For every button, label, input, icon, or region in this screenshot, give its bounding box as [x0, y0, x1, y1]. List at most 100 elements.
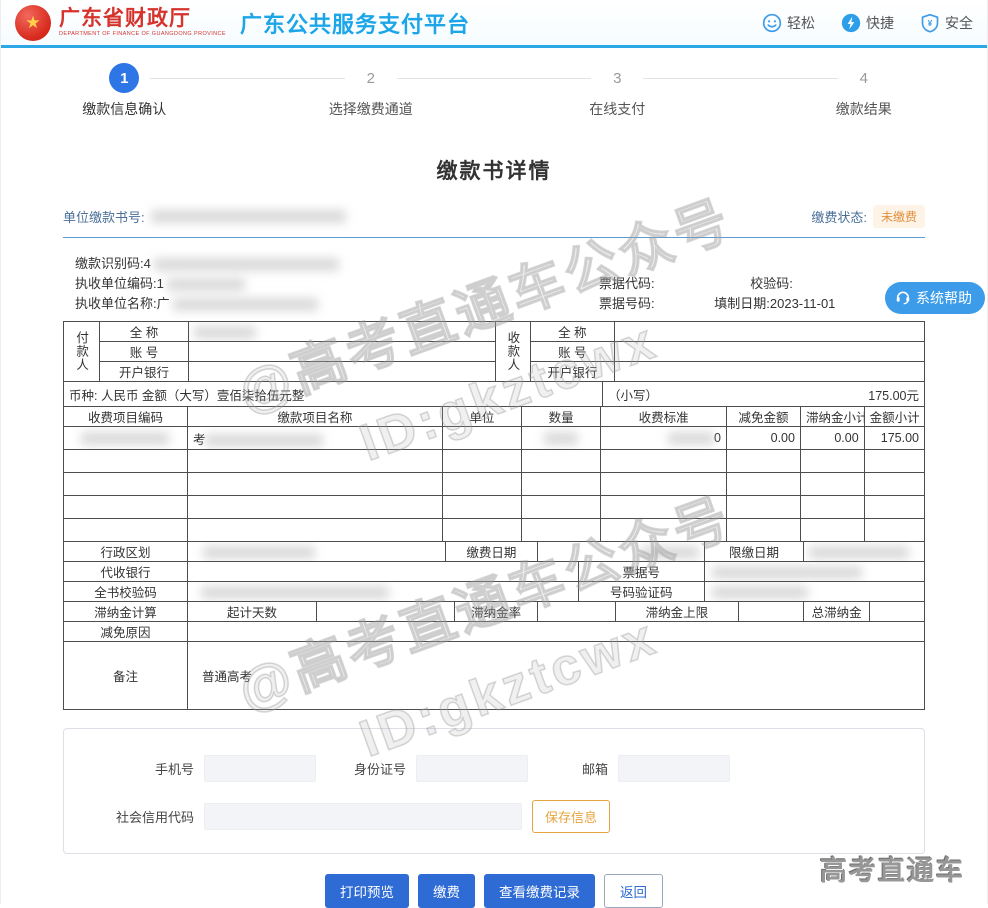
col-fee-standard: 收费标准	[601, 407, 727, 427]
svg-text:¥: ¥	[928, 17, 933, 27]
payment-id-prefix: 4	[144, 256, 151, 271]
start-days-label: 起计天数	[187, 602, 316, 622]
payee-cell: 收款人	[496, 322, 530, 382]
id-number-label: 身份证号	[316, 759, 406, 778]
step-3-online-pay: 3 在线支付	[494, 64, 741, 119]
col-late-fee-subtotal: 滞纳金小计	[800, 407, 864, 427]
payer-account-label: 账 号	[100, 342, 189, 362]
empty-item-row	[64, 473, 925, 496]
payment-id-row: 缴款识别码:4	[75, 254, 925, 274]
phone-input[interactable]	[204, 755, 316, 782]
top-header: ★ 广东省财政厅 DEPARTMENT OF FINANCE OF GUANGD…	[1, 0, 987, 48]
payer-bank-label: 开户银行	[100, 362, 189, 382]
late-total-value	[869, 602, 924, 622]
pay-button[interactable]: 缴费	[418, 874, 475, 908]
payer-bank-value	[188, 362, 495, 382]
item-derate-cell: 0.00	[726, 427, 800, 450]
late-rate-value	[538, 602, 615, 622]
step-4-label: 缴款结果	[836, 99, 892, 119]
item-standard-cell: 0	[601, 427, 727, 450]
step-1-label: 缴款信息确认	[82, 99, 166, 119]
back-button[interactable]: 返回	[604, 874, 663, 908]
contact-form-panel: 手机号 身份证号 邮箱 社会信用代码 保存信息	[63, 728, 925, 854]
system-help-label: 系统帮助	[916, 288, 972, 308]
region-label: 行政区划	[64, 542, 188, 562]
start-days-value	[317, 602, 455, 622]
check-code-table: 全书校验码 号码验证码	[63, 581, 925, 602]
id-number-input[interactable]	[416, 755, 528, 782]
bank-billno-table: 代收银行 票据号	[63, 561, 925, 582]
page: ★ 广东省财政厅 DEPARTMENT OF FINANCE OF GUANGD…	[0, 0, 988, 904]
email-input[interactable]	[618, 755, 730, 782]
payer-cell: 付款人	[64, 322, 100, 382]
item-name-prefix: 考	[193, 433, 206, 447]
bill-code-label: 票据代码:	[599, 276, 655, 291]
col-amount-subtotal: 金额小计	[864, 407, 924, 427]
step-3-number: 3	[603, 64, 631, 92]
feature-fast-label: 快捷	[866, 13, 894, 33]
bill-code-row: 票据代码: 校验码:	[599, 274, 835, 294]
remark-value: 普通高考	[187, 642, 924, 710]
fee-item-row: 考 0 0.00 0.00 175.00	[64, 427, 925, 450]
system-help-button[interactable]: 系统帮助	[885, 282, 985, 314]
payee-account-value	[615, 342, 925, 362]
step-1-confirm-info: 1 缴款信息确认	[1, 64, 248, 119]
step-2-choose-channel: 2 选择缴费通道	[248, 64, 495, 119]
fee-items-header-row: 收费项目编码 缴款项目名称 单位 数量 收费标准 减免金额 滞纳金小计 金额小计	[64, 407, 925, 427]
feature-safe: ¥ 安全	[920, 13, 973, 33]
feature-fast: 快捷	[841, 13, 894, 33]
department-name: 广东省财政厅	[59, 8, 226, 29]
doc-check-value	[187, 582, 578, 602]
late-rate-label: 滞纳金率	[454, 602, 538, 622]
divider-line	[63, 237, 925, 238]
status-badge: 未缴费	[873, 205, 925, 228]
step-4-number: 4	[850, 64, 878, 92]
credit-code-input[interactable]	[204, 803, 522, 830]
deadline-value	[803, 542, 924, 562]
deadline-label: 限缴日期	[705, 542, 803, 562]
billno-redacted	[712, 566, 862, 579]
item-code-cell	[64, 427, 188, 450]
doc-check-redacted	[201, 586, 389, 599]
pay-date-redacted	[641, 546, 699, 559]
print-preview-button[interactable]: 打印预览	[325, 874, 409, 908]
item-standard-redacted	[668, 432, 714, 445]
payee-bank-value	[615, 362, 925, 382]
payee-bank-label: 开户银行	[530, 362, 614, 382]
doc-number-row: 单位缴款书号: 缴费状态: 未缴费	[63, 205, 925, 228]
currency-table: 币种: 人民币 金额（大写）壹佰柒拾伍元整 （小写） 175.00元	[63, 381, 925, 407]
late-cap-label: 滞纳金上限	[615, 602, 738, 622]
save-info-button[interactable]: 保存信息	[532, 800, 610, 833]
item-standard-suffix: 0	[714, 431, 721, 445]
derate-reason-value	[187, 622, 924, 642]
step-4-result: 4 缴款结果	[741, 64, 988, 119]
empty-item-row	[64, 450, 925, 473]
item-unit-cell	[442, 427, 521, 450]
payer-account-value	[188, 342, 495, 362]
amount-small-label: （小写）	[608, 385, 658, 404]
contact-row-1: 手机号 身份证号 邮箱	[94, 755, 894, 782]
payee-name-label: 全 称	[530, 322, 614, 342]
col-unit: 单位	[442, 407, 521, 427]
no-verify-value	[704, 582, 924, 602]
region-redacted	[203, 546, 315, 559]
derate-reason-table: 减免原因	[63, 621, 925, 642]
feature-easy-label: 轻松	[787, 13, 815, 33]
region-value	[187, 542, 445, 562]
payment-id-label: 缴款识别码:	[75, 256, 144, 271]
late-cap-value	[738, 602, 803, 622]
item-code-redacted	[81, 432, 169, 445]
item-quantity-redacted	[544, 432, 578, 445]
lightning-icon	[841, 13, 861, 33]
department-title: 广东省财政厅 DEPARTMENT OF FINANCE OF GUANGDON…	[59, 8, 226, 38]
feature-safe-label: 安全	[945, 13, 973, 33]
col-item-name: 缴款项目名称	[187, 407, 442, 427]
check-code-label: 校验码:	[750, 276, 793, 291]
payee-account-label: 账 号	[530, 342, 614, 362]
page-title: 缴款书详情	[1, 155, 987, 185]
payer-name-label: 全 称	[100, 322, 189, 342]
collect-bank-value	[187, 562, 578, 582]
currency-uppercase-cell: 币种: 人民币 金额（大写）壹佰柒拾伍元整	[64, 382, 603, 407]
view-records-button[interactable]: 查看缴费记录	[484, 874, 595, 908]
doc-check-label: 全书校验码	[64, 582, 188, 602]
